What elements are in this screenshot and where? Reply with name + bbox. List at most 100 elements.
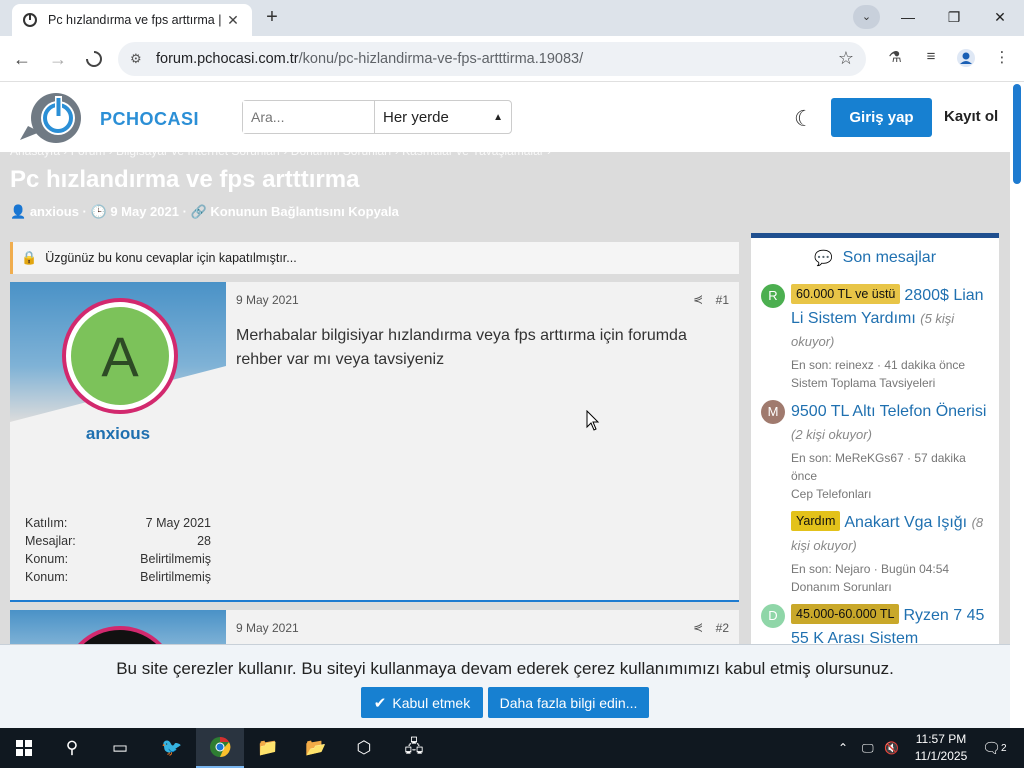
lock-icon: 🔒 [21,250,38,265]
stat-value: Belirtilmemiş [140,552,211,566]
app-bird-icon[interactable]: 🐦 [148,728,196,768]
stat-label: Konum: [25,570,69,584]
window-close-icon[interactable]: ✕ [980,4,1020,30]
site-favicon-icon [22,12,38,28]
labs-flask-icon[interactable]: ⚗ [884,48,906,70]
media-queue-icon[interactable]: ≡ [920,48,942,70]
post-number[interactable]: #1 [716,293,729,307]
notification-count: 2 [1001,742,1007,754]
network-tray-icon[interactable]: 🖵 [862,728,874,768]
accept-cookies-button[interactable]: ✔ Kabul etmek [361,687,483,718]
login-button[interactable]: Giriş yap [831,98,932,137]
select-arrows-icon: ▲ [493,111,503,123]
stat-value: Belirtilmemiş [140,570,211,584]
copy-link[interactable]: Konunun Bağlantısını Kopyala [210,204,399,219]
locked-notice-text: Üzgünüz bu konu cevaplar için kapatılmış… [45,251,297,265]
maximize-icon[interactable]: ❐ [934,4,974,30]
avatar[interactable]: M [761,400,785,424]
post-1: A anxious Katılım: 7 May 2021 Mesajlar: 28… [10,282,739,602]
tray-chevron-icon[interactable]: ⌃ [838,728,848,768]
post-date[interactable]: 9 May 2021 [236,621,299,635]
url-text[interactable]: forum.pchocasi.com.tr/konu/pc-hizlandirm… [156,51,583,67]
post-body: Merhabalar bilgisiyar hızlandırma veya f… [236,327,687,368]
latest-post-meta[interactable]: En son: reinexz · 41 dakika önce [791,356,991,374]
checkmark-icon: ✔ [373,694,387,712]
minimize-icon[interactable]: — [888,4,928,30]
thread-prefix-badge[interactable]: 60.000 TL ve üstü [791,284,901,304]
clock-icon: 🕒 [90,204,107,219]
downloads-folder-icon[interactable]: 📂 [292,728,340,768]
comments-icon: 💬 [813,250,833,267]
virtualbox-icon[interactable]: ⬡ [340,728,388,768]
loading-spinner-icon[interactable] [80,45,108,73]
latest-post-meta[interactable]: En son: MeReKGs67 · 57 dakika önce [791,449,991,485]
search-scope-value: Her yerde [383,108,449,126]
back-icon[interactable]: ← [8,45,36,73]
thread-author[interactable]: anxious [30,204,79,219]
widget-heading: 💬 Son mesajlar [751,238,999,278]
page-title: Pc hızlandırma ve fps artttırma [10,166,360,193]
link-icon: 🔗 [190,204,207,219]
scrollbar-thumb[interactable] [1013,84,1021,184]
avatar[interactable]: R [761,284,785,308]
thread-prefix-badge[interactable]: Yardım [791,511,841,531]
chrome-taskbar-icon[interactable] [196,728,244,768]
new-tab-icon[interactable]: + [262,6,282,28]
search-scope-select[interactable]: Her yerde ▲ [375,101,511,133]
latest-post-forum[interactable]: Sistem Toplama Tavsiyeleri [791,374,991,392]
dark-mode-moon-icon[interactable]: ☾ [794,106,814,132]
windows-taskbar: ⚲ ▭ 🐦 📁 📂 ⬡ 🖧 ⌃ 🖵 🔇 11:57 PM 11/1/2025 🗨… [0,728,1024,768]
bookmark-star-icon[interactable]: ☆ [838,48,854,69]
browser-tab[interactable]: Pc hızlandırma ve fps arttırma | ✕ [12,4,252,36]
mouse-cursor-icon [586,410,600,431]
reading-count: (2 kişi okuyor) [791,427,872,442]
accept-cookies-label: Kabul etmek [392,694,471,711]
network-app-icon[interactable]: 🖧 [390,728,438,768]
site-header: PCHOCASI Her yerde ▲ ☾ Giriş yap Kayıt o… [0,82,1010,152]
share-icon[interactable]: ⋞ [693,620,703,634]
latest-post-title[interactable]: 9500 TL Altı Telefon Önerisi [791,403,986,420]
thread-prefix-badge[interactable]: 45.000-60.000 TL [791,604,900,624]
thread-header: Anasayfa › Forum › Bilgisayar ve İnterne… [0,144,1010,232]
post-date[interactable]: 9 May 2021 [236,293,299,307]
search-input[interactable] [243,101,375,133]
share-icon[interactable]: ⋞ [693,292,703,306]
brand-name: PCHOCASI [100,108,200,129]
stat-label: Mesajlar: [25,534,76,548]
register-link[interactable]: Kayıt ol [944,108,998,125]
user-icon: 👤 [10,204,27,219]
avatar[interactable]: A [66,302,174,410]
breadcrumb[interactable]: Anasayfa › Forum › Bilgisayar ve İnterne… [10,144,551,158]
address-bar[interactable]: ⚙ forum.pchocasi.com.tr/konu/pc-hizlandi… [118,42,866,76]
profile-avatar-icon[interactable] [955,48,977,70]
widget-heading-text: Son mesajlar [842,249,937,266]
user-stats: Katılım: 7 May 2021 Mesajlar: 28 Konum: Bel… [25,514,211,586]
post-number[interactable]: #2 [716,621,729,635]
thread-meta: 👤 anxious · 🕒 9 May 2021 · 🔗 Konunun Bağ… [10,204,399,219]
clock-date: 11/1/2025 [914,749,968,763]
site-info-icon[interactable]: ⚙ [130,51,152,67]
latest-post-title[interactable]: Anakart Vga Işığı [844,514,967,531]
latest-post-forum[interactable]: Cep Telefonları [791,485,991,503]
page-scrollbar[interactable] [1010,82,1024,728]
notifications-icon[interactable]: 🗨 2 [982,728,1007,768]
tab-title: Pc hızlandırma ve fps arttırma | [48,13,222,27]
tab-search-icon[interactable]: ⌄ [853,5,880,29]
post-username[interactable]: anxious [10,424,226,444]
site-logo[interactable]: PCHOCASI [18,88,218,150]
task-view-icon[interactable]: ▭ [96,728,144,768]
stat-label: Katılım: [25,516,68,530]
thread-date[interactable]: 9 May 2021 [110,204,179,219]
taskbar-clock[interactable]: 11:57 PM 11/1/2025 [906,731,976,765]
windows-start-icon[interactable] [0,728,48,768]
forward-icon[interactable]: → [44,45,72,73]
volume-muted-icon[interactable]: 🔇 [884,728,899,768]
learn-more-button[interactable]: Daha fazla bilgi edin... [488,687,649,718]
search-icon[interactable]: ⚲ [48,728,96,768]
browser-menu-icon[interactable]: ⋮ [991,48,1013,70]
avatar[interactable]: D [761,604,785,628]
latest-post-meta[interactable]: En son: Nejaro · Bugün 04:54 [791,560,991,578]
file-explorer-icon[interactable]: 📁 [244,728,292,768]
tab-close-icon[interactable]: ✕ [224,12,242,29]
latest-post-forum[interactable]: Donanım Sorunları [791,578,991,596]
